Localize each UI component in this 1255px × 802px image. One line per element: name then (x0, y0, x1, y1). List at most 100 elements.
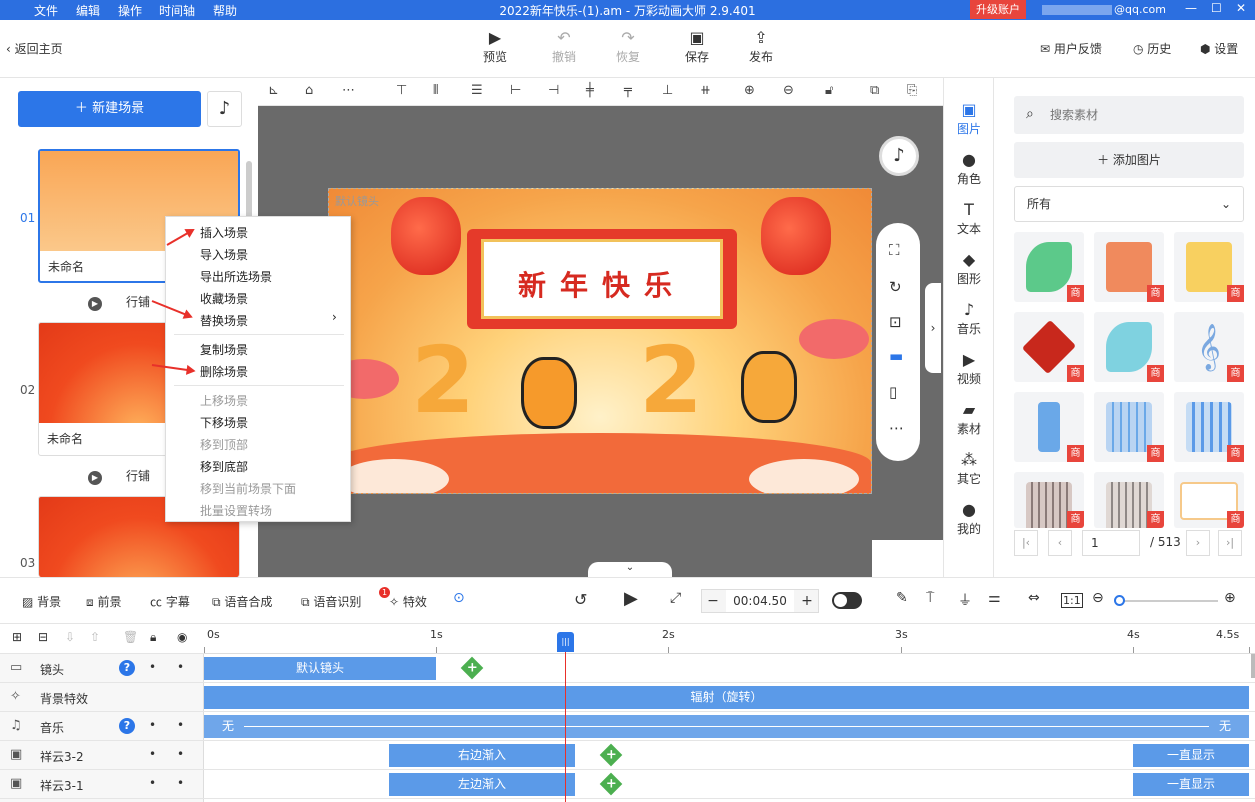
asr-button[interactable]: ⧉ 语音识别 (301, 593, 361, 610)
add-track-icon[interactable]: ⊞ (12, 630, 22, 644)
time-plus-button[interactable]: + (796, 590, 818, 612)
asset-item[interactable]: 商 (1174, 472, 1244, 528)
actual-size-icon[interactable]: 1:1 (1061, 593, 1083, 608)
page-input[interactable]: 1 (1082, 530, 1140, 556)
lock-icon[interactable]: 🔒︎ (150, 630, 156, 645)
menu-delete-scene[interactable]: 删除场景 (200, 363, 248, 380)
tab-image[interactable]: ▣ 图片 (944, 100, 994, 137)
foreground-button[interactable]: ⧈ 前景 (86, 593, 121, 610)
ruler-icon[interactable]: ⊾ (268, 83, 279, 98)
move-up-icon[interactable]: ⇧ (90, 630, 100, 644)
maximize-icon[interactable]: ☐ (1211, 1, 1222, 15)
asset-item[interactable]: 商 (1094, 232, 1164, 302)
scene-transition[interactable]: ▶ 行铺 (88, 293, 150, 311)
track-header-cloud-1[interactable]: ▣ 祥云3-1 • • (0, 770, 204, 799)
menu-move-down[interactable]: 下移场景 (200, 414, 248, 431)
expand-right-icon[interactable]: › (925, 283, 941, 373)
menu-import-scene[interactable]: 导入场景 (200, 246, 248, 263)
last-page-icon[interactable]: ›| (1218, 530, 1242, 556)
time-input[interactable]: − 00:04.50 + (701, 589, 819, 613)
playhead-handle[interactable]: ||| (557, 632, 574, 652)
track-header-cloud-2[interactable]: ▣ 祥云3-2 • • (0, 741, 204, 770)
fullscreen-icon[interactable]: ⤢ (670, 590, 681, 606)
distribute-h-icon[interactable]: ⫴ (433, 83, 438, 98)
asset-item[interactable]: 商 (1014, 472, 1084, 528)
add-clip-icon[interactable]: + (599, 772, 623, 796)
preview-button[interactable]: ▶ 预览 (470, 28, 520, 65)
split-icon[interactable]: ⍑ (926, 590, 934, 606)
redo-button[interactable]: ↷ 恢复 (603, 28, 653, 65)
distribute-v-icon[interactable]: ☰ (471, 83, 483, 98)
new-scene-button[interactable]: ＋ 新建场景 (18, 91, 201, 127)
zoom-slider-track[interactable] (1118, 600, 1218, 602)
rotate-icon[interactable]: ↻ (889, 278, 902, 296)
tab-mine[interactable]: ● 我的 (944, 500, 994, 537)
undo-button[interactable]: ↶ 撤销 (539, 28, 589, 65)
home-icon[interactable]: ⌂ (305, 83, 313, 98)
align-center-icon[interactable]: ╪ (586, 83, 594, 98)
zoom-slider-knob[interactable] (1114, 595, 1125, 606)
scene-music-button[interactable]: ♪ (207, 91, 242, 127)
align-top-icon[interactable]: ⊤ (396, 83, 407, 98)
track-header-camera[interactable]: ▭ 镜头? • • (0, 654, 204, 683)
enter-clip[interactable]: 左边渐入 (389, 773, 575, 796)
play-icon[interactable]: ▶ (624, 588, 638, 609)
menu-replace-scene[interactable]: 替换场景 (200, 312, 248, 329)
visibility-icon[interactable]: ◉ (177, 630, 187, 644)
canvas-area[interactable]: ⊾ ⌂ ⋯ ⊤ ⫴ ☰ ⊢ ⊣ ╪ ╤ ⊥ ⧺ ⊕ ⊖ 🔓︎ ⧉ ⎘ 默认镜头 … (258, 78, 943, 578)
menu-move-top[interactable]: 移到顶部 (200, 436, 248, 453)
delete-icon[interactable]: 🗑︎ (123, 630, 138, 644)
subtitle-button[interactable]: ㏄ 字幕 (150, 593, 190, 610)
next-page-icon[interactable]: › (1186, 530, 1210, 556)
tab-character[interactable]: ● 角色 (944, 150, 994, 187)
rewind-icon[interactable]: ↺ (574, 590, 587, 609)
time-minus-button[interactable]: − (702, 590, 724, 612)
timeline-scrollbar[interactable] (1251, 654, 1255, 678)
asset-item[interactable]: 商 (1014, 232, 1084, 302)
tab-music[interactable]: ♪ 音乐 (944, 300, 994, 337)
stay-clip[interactable]: 一直显示 (1133, 744, 1249, 767)
fit-width-icon[interactable]: ⇔ (1028, 590, 1040, 606)
save-button[interactable]: ▣ 保存 (672, 28, 722, 65)
background-button[interactable]: ▨ 背景 (22, 593, 61, 610)
effects-button[interactable]: ✧ 特效 (389, 593, 427, 610)
add-folder-icon[interactable]: ⊟ (38, 630, 48, 644)
bg-effect-clip[interactable]: 辐射（旋转） (204, 686, 1249, 709)
stay-clip[interactable]: 一直显示 (1133, 773, 1249, 796)
tab-shape[interactable]: ◆ 图形 (944, 250, 994, 287)
asset-item[interactable]: 商 (1174, 232, 1244, 302)
lock-icon[interactable]: 🔓︎ (825, 83, 833, 98)
history-button[interactable]: ◷ 历史 (1133, 40, 1171, 57)
upgrade-button[interactable]: 升级账户 (970, 0, 1026, 19)
track-header-bg-effect[interactable]: ✧ 背景特效 (0, 683, 204, 712)
zoom-in-icon[interactable]: ⊕ (1224, 590, 1236, 606)
account-label[interactable]: @qq.com (1042, 3, 1166, 16)
desktop-icon[interactable]: ▬ (889, 347, 903, 365)
menu-insert-scene[interactable]: 插入场景 (200, 224, 248, 241)
minimap[interactable] (872, 540, 943, 577)
more-options-icon[interactable]: ⊙ (453, 590, 465, 606)
search-input[interactable] (1014, 96, 1244, 134)
copy-icon[interactable]: ⧉ (870, 83, 879, 98)
music-clip[interactable]: 无 无 (204, 715, 1249, 738)
tts-button[interactable]: ⧉ 语音合成 (212, 593, 272, 610)
asset-item[interactable]: 商 (1094, 472, 1164, 528)
track-header-music[interactable]: ♫ 音乐? • • (0, 712, 204, 741)
add-clip-icon[interactable]: + (460, 656, 484, 680)
menu-batch-transition[interactable]: 批量设置转场 (200, 502, 272, 519)
scene-transition[interactable]: ▶ 行铺 (88, 467, 150, 485)
more-icon[interactable]: ⋯ (889, 419, 904, 437)
align-right-icon[interactable]: ⊣ (548, 83, 559, 98)
asset-item[interactable]: 商 (1094, 392, 1164, 462)
asset-item[interactable]: 商 (1014, 312, 1084, 382)
time-value[interactable]: 00:04.50 (726, 590, 794, 612)
asset-item[interactable]: 𝄞 商 (1174, 312, 1244, 382)
time-ruler[interactable]: 0s 1s 2s 3s 4s 4.5s (204, 624, 1255, 654)
feedback-button[interactable]: ✉ 用户反馈 (1040, 40, 1102, 57)
tab-other[interactable]: ⁂ 其它 (944, 450, 994, 487)
fit-screen-icon[interactable]: ⛶ (889, 241, 900, 259)
first-page-icon[interactable]: |‹ (1014, 530, 1038, 556)
zoom-in-icon[interactable]: ⊕ (744, 83, 755, 98)
tab-text[interactable]: T 文本 (944, 200, 994, 237)
minimize-icon[interactable]: — (1185, 1, 1197, 15)
